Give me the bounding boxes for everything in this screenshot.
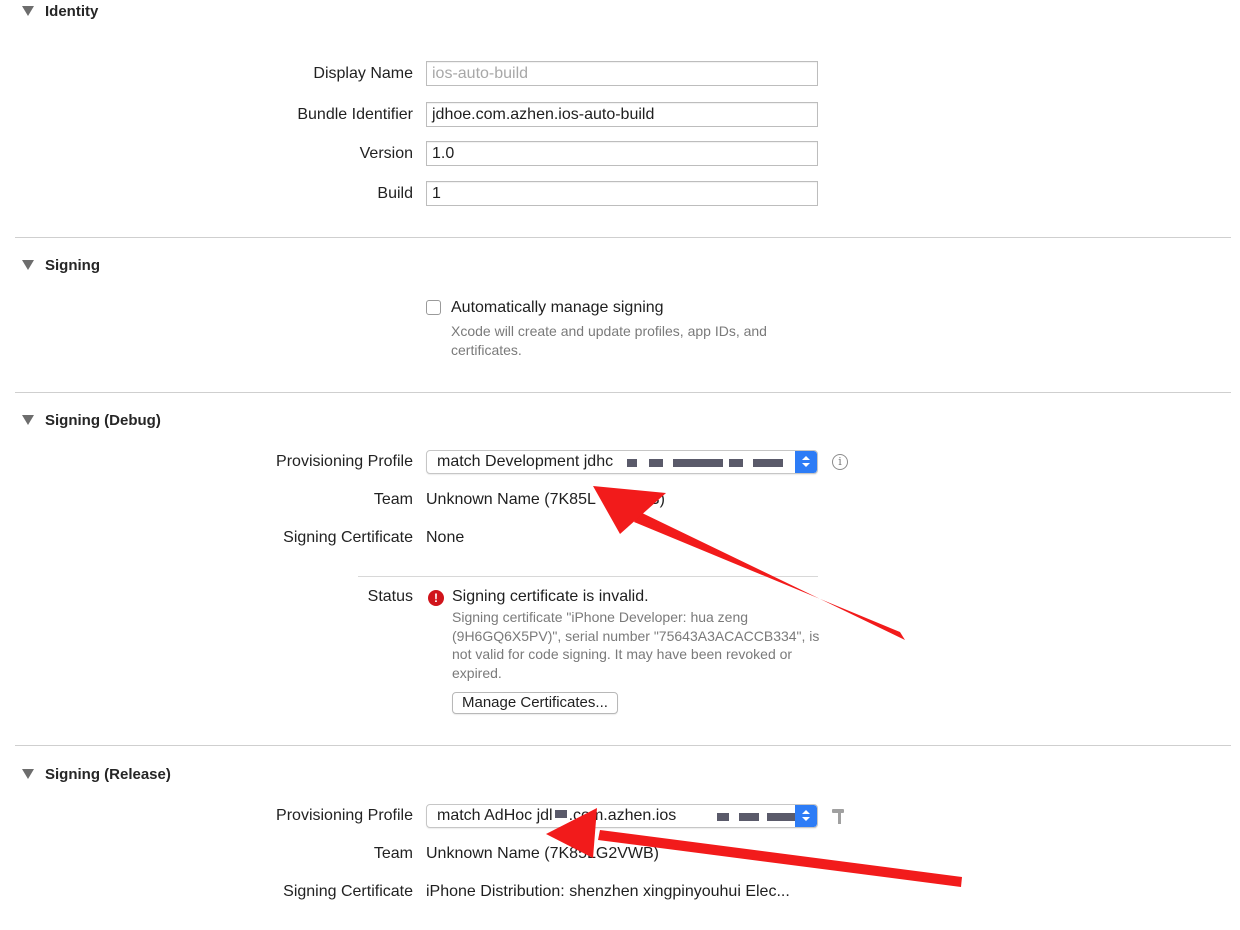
section-header-signing[interactable]: Signing bbox=[22, 254, 100, 276]
release-team-value: Unknown Name (7K85LG2VWB) bbox=[426, 845, 659, 862]
error-icon: ! bbox=[428, 590, 444, 606]
debug-team-value-tail: WB) bbox=[633, 491, 665, 508]
version-field[interactable]: 1.0 bbox=[426, 141, 818, 166]
redacted-pixels bbox=[729, 459, 743, 467]
disclosure-triangle-icon[interactable] bbox=[22, 769, 34, 779]
section-header-identity[interactable]: Identity bbox=[22, 0, 98, 22]
section-title-signing: Signing bbox=[45, 256, 100, 274]
build-field[interactable]: 1 bbox=[426, 181, 818, 206]
status-title: Signing certificate is invalid. bbox=[452, 588, 649, 605]
disclosure-triangle-icon[interactable] bbox=[22, 415, 34, 425]
section-divider bbox=[15, 745, 1231, 746]
redacted-pixels bbox=[649, 459, 663, 467]
bundle-identifier-field[interactable]: jdhoe.com.azhen.ios-auto-build bbox=[426, 102, 818, 127]
auto-manage-signing-checkbox[interactable] bbox=[426, 300, 441, 315]
info-icon[interactable]: i bbox=[832, 454, 848, 470]
section-title-signing-debug: Signing (Debug) bbox=[45, 411, 161, 429]
release-signing-certificate-value: iPhone Distribution: shenzhen xingpinyou… bbox=[426, 883, 790, 900]
debug-team-label: Team bbox=[373, 491, 413, 508]
build-label: Build bbox=[377, 185, 413, 202]
version-label: Version bbox=[359, 145, 413, 162]
release-team-label: Team bbox=[373, 845, 413, 862]
debug-signing-certificate-label: Signing Certificate bbox=[283, 529, 413, 546]
debug-signing-certificate-value: None bbox=[426, 529, 465, 546]
display-name-label: Display Name bbox=[313, 65, 413, 82]
section-divider bbox=[15, 392, 1231, 393]
section-title-signing-release: Signing (Release) bbox=[45, 765, 171, 783]
status-detail: Signing certificate "iPhone Developer: h… bbox=[452, 609, 820, 681]
popup-arrows-icon[interactable] bbox=[795, 451, 817, 473]
debug-team-value-head: Unknown Name (7K85L bbox=[426, 491, 596, 508]
bundle-identifier-label: Bundle Identifier bbox=[297, 106, 413, 123]
redacted-pixels bbox=[673, 459, 723, 467]
section-header-signing-release[interactable]: Signing (Release) bbox=[22, 763, 171, 785]
release-provisioning-profile-value: match AdHoc jdl bbox=[437, 807, 553, 824]
redacted-pixels bbox=[739, 813, 759, 821]
section-title-identity: Identity bbox=[45, 2, 99, 20]
release-signing-certificate-label: Signing Certificate bbox=[283, 883, 413, 900]
debug-provisioning-profile-popup[interactable]: match Development jdhc bbox=[426, 450, 818, 474]
auto-manage-signing-help: Xcode will create and update profiles, a… bbox=[451, 323, 767, 358]
debug-team-value: Unknown Name (7K85L WB) bbox=[426, 490, 665, 510]
display-name-field[interactable]: ios-auto-build bbox=[426, 61, 818, 86]
redacted-pixels bbox=[717, 813, 729, 821]
disclosure-triangle-icon[interactable] bbox=[22, 6, 34, 16]
status-label: Status bbox=[367, 588, 413, 605]
status-divider bbox=[358, 576, 818, 577]
release-provisioning-profile-popup[interactable]: match AdHoc jdl .com.azhen.ios bbox=[426, 804, 818, 828]
section-header-signing-debug[interactable]: Signing (Debug) bbox=[22, 409, 161, 431]
redacted-pixels bbox=[753, 459, 783, 467]
redacted-pixels bbox=[767, 813, 795, 821]
hammer-icon[interactable] bbox=[830, 806, 848, 826]
release-provisioning-profile-value-tail: .com.azhen.ios bbox=[568, 807, 677, 824]
manage-certificates-button[interactable]: Manage Certificates... bbox=[452, 692, 618, 714]
release-provisioning-profile-label: Provisioning Profile bbox=[276, 807, 413, 824]
debug-provisioning-profile-label: Provisioning Profile bbox=[276, 453, 413, 470]
auto-manage-signing-label[interactable]: Automatically manage signing bbox=[451, 298, 664, 318]
section-divider bbox=[15, 237, 1231, 238]
popup-arrows-icon[interactable] bbox=[795, 805, 817, 827]
disclosure-triangle-icon[interactable] bbox=[22, 260, 34, 270]
redacted-pixels bbox=[627, 459, 637, 467]
redacted-pixels bbox=[554, 810, 567, 818]
debug-provisioning-profile-value: match Development jdhc bbox=[437, 453, 614, 470]
